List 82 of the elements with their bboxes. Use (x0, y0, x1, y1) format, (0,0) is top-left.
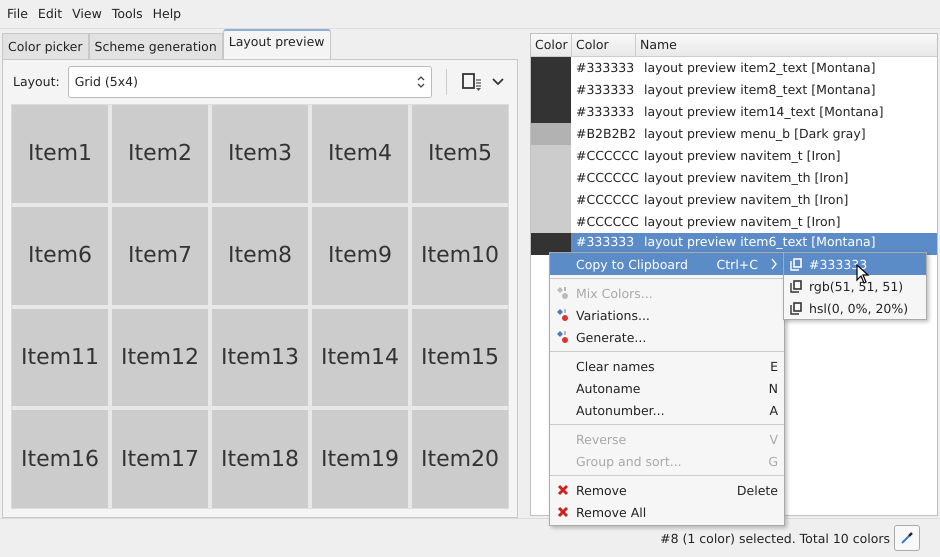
menu-item[interactable]: Tools (108, 4, 146, 24)
tab[interactable]: Layout preview (222, 28, 331, 59)
copy-icon (790, 258, 803, 270)
color-name: layout preview item6_text [Montana] (643, 232, 876, 249)
remove-icon (557, 484, 569, 496)
preview-item: Item17 (112, 410, 208, 508)
hex-value: #333333 (575, 104, 636, 120)
color-row[interactable]: #CCCCCC layout preview navitem_th [Iron] (531, 188, 937, 211)
menu-item[interactable]: Remove All (550, 501, 784, 523)
layout-label: Layout: (13, 74, 60, 90)
color-name: layout preview navitem_t [Iron] (643, 148, 840, 164)
preview-item: Item3 (212, 104, 308, 203)
menu-item[interactable]: File (4, 4, 31, 24)
color-name: layout preview menu_b [Dark gray] (643, 126, 866, 142)
preview-item: Item7 (112, 206, 208, 305)
column-header[interactable]: Color (572, 34, 636, 56)
preview-item: Item1 (12, 104, 108, 203)
color-name: layout preview item8_text [Montana] (643, 82, 876, 98)
tab[interactable]: Scheme generation (88, 32, 223, 59)
hex-value: #333333 (575, 232, 636, 249)
color-row[interactable]: #CCCCCC layout preview navitem_t [Iron] (531, 144, 937, 167)
eyedropper-button[interactable] (894, 525, 920, 552)
preview-item: Item19 (312, 410, 408, 508)
layout-dropdown[interactable]: Grid (5x4) (68, 66, 432, 98)
eyedropper-icon (900, 531, 914, 546)
chevron-down-icon[interactable] (490, 76, 505, 87)
hex-value: #CCCCCC (575, 192, 640, 208)
color-name: layout preview navitem_t [Iron] (643, 214, 840, 230)
menu-item[interactable]: Generate... (550, 326, 784, 348)
menu-item[interactable]: Remove Delete (550, 479, 784, 501)
preview-item: Item5 (412, 104, 508, 203)
tab[interactable]: Color picker (2, 32, 89, 59)
spinner-arrows-icon (416, 74, 425, 89)
export-icon[interactable] (460, 70, 483, 93)
hex-value: #CCCCCC (575, 214, 640, 230)
preview-item: Item10 (412, 206, 508, 305)
mix-colors-icon (556, 308, 570, 322)
preview-item: Item16 (12, 410, 108, 508)
color-row[interactable]: #B2B2B2 layout preview menu_b [Dark gray] (531, 122, 937, 145)
preview-item: Item6 (12, 206, 108, 305)
preview-item: Item13 (212, 308, 308, 406)
preview-item: Item12 (112, 308, 208, 406)
preview-item: Item18 (212, 410, 308, 508)
preview-item: Item20 (412, 410, 508, 508)
preview-item: Item2 (112, 104, 208, 203)
hex-value: #CCCCCC (575, 170, 640, 186)
menu-item[interactable]: Edit (34, 4, 66, 24)
hex-value: #333333 (575, 60, 636, 76)
preview-item: Item11 (12, 308, 108, 406)
hex-value: #B2B2B2 (575, 126, 638, 142)
preview-item: Item14 (312, 308, 408, 406)
mix-colors-icon (556, 330, 570, 344)
menu-item[interactable]: View (69, 4, 105, 24)
color-name: layout preview item14_text [Montana] (643, 104, 884, 120)
status-text: #8 (1 color) selected. Total 10 colors (660, 530, 890, 546)
color-name: layout preview navitem_th [Iron] (643, 170, 848, 186)
copy-icon (790, 280, 803, 292)
menu-item[interactable]: rgb(51, 51, 51) (784, 275, 926, 297)
preview-item: Item8 (212, 206, 308, 305)
color-row[interactable]: #333333 layout preview item8_text [Montana] (531, 78, 937, 101)
menu-item[interactable]: Autonumber... A (550, 399, 784, 421)
menu-item[interactable]: Help (150, 4, 184, 24)
column-header[interactable]: Name (636, 34, 937, 56)
hex-value: #333333 (575, 82, 636, 98)
preview-item: Item4 (312, 104, 408, 203)
mix-colors-icon (556, 286, 570, 300)
menu-item[interactable]: Clear names E (550, 355, 784, 377)
color-row[interactable]: #CCCCCC layout preview navitem_th [Iron] (531, 166, 937, 189)
preview-item: Item15 (412, 308, 508, 406)
color-name: layout preview item2_text [Montana] (643, 60, 876, 76)
remove-icon (557, 506, 569, 518)
menu-item[interactable]: Autoname N (550, 377, 784, 399)
color-row[interactable]: #333333 layout preview item2_text [Montana] (531, 56, 937, 79)
color-row[interactable]: #333333 layout preview item14_text [Montana] (531, 100, 937, 123)
copy-icon (790, 302, 803, 314)
column-header[interactable]: Color (531, 34, 572, 56)
color-row[interactable]: #CCCCCC layout preview navitem_t [Iron] (531, 210, 937, 233)
color-name: layout preview navitem_th [Iron] (643, 192, 848, 208)
preview-item: Item9 (312, 206, 408, 305)
hex-value: #CCCCCC (575, 148, 640, 164)
menu-item[interactable]: Variations... (550, 304, 784, 326)
menu-item[interactable]: hsl(0, 0%, 20%) (784, 297, 926, 319)
